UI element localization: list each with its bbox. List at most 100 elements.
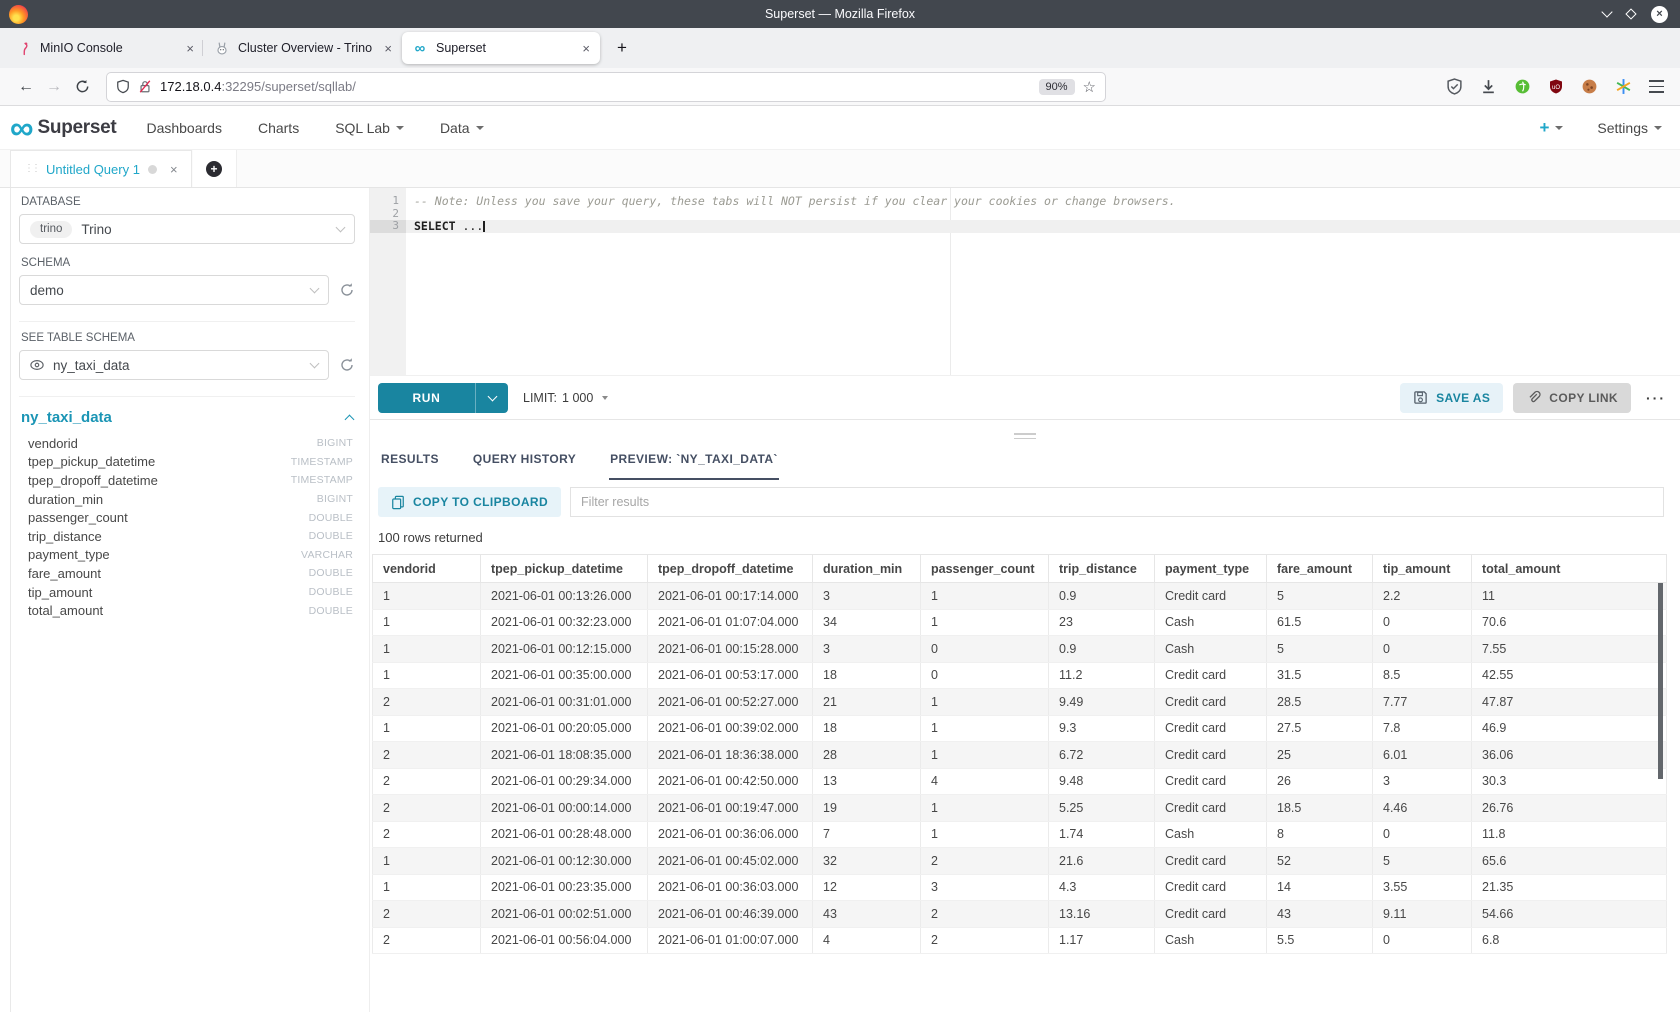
schema-select[interactable]: demo <box>19 275 329 305</box>
chevron-down-icon <box>476 126 484 130</box>
nav-item-dashboards[interactable]: Dashboards <box>146 120 222 136</box>
nav-item-label: Data <box>440 120 470 136</box>
cell: 9.49 <box>1049 689 1155 716</box>
refresh-schema-icon[interactable] <box>339 282 355 298</box>
column-header[interactable]: fare_amount <box>1267 555 1373 583</box>
copy-to-clipboard-button[interactable]: COPY TO CLIPBOARD <box>378 487 561 517</box>
cell: 2021-06-01 00:52:27.000 <box>648 689 813 716</box>
cell: Credit card <box>1155 795 1267 822</box>
results-tab-results[interactable]: RESULTS <box>380 452 440 480</box>
browser-tab[interactable]: ∞Superset× <box>402 32 600 64</box>
run-button-group: RUN <box>378 383 508 413</box>
cell: 9.3 <box>1049 715 1155 742</box>
run-options-button[interactable] <box>475 383 508 413</box>
column-header[interactable]: tpep_dropoff_datetime <box>648 555 813 583</box>
query-tab-strip: ⋮⋮ Untitled Query 1 × + <box>0 150 1680 188</box>
cookie-extension-icon[interactable] <box>1581 78 1598 95</box>
column-header[interactable]: payment_type <box>1155 555 1267 583</box>
cell: 13 <box>813 768 921 795</box>
save-as-button[interactable]: SAVE AS <box>1400 383 1503 413</box>
column-header[interactable]: passenger_count <box>921 555 1049 583</box>
settings-menu[interactable]: Settings <box>1597 120 1662 136</box>
results-tab-preview[interactable]: PREVIEW: `NY_TAXI_DATA` <box>609 452 779 480</box>
new-item-button[interactable]: + <box>1539 118 1563 138</box>
superset-logo[interactable]: ∞ Superset <box>10 116 116 140</box>
insecure-lock-icon[interactable] <box>138 79 152 94</box>
window-title: Superset — Mozilla Firefox <box>0 7 1680 21</box>
table-row: 12021-06-01 00:12:15.0002021-06-01 00:15… <box>373 636 1667 663</box>
table-schema-header[interactable]: ny_taxi_data <box>19 409 355 426</box>
colorful-extension-icon[interactable] <box>1615 78 1632 95</box>
ublock-icon[interactable]: uO <box>1548 78 1564 95</box>
query-tab[interactable]: ⋮⋮ Untitled Query 1 × <box>10 150 192 187</box>
column-type: TIMESTAMP <box>291 456 353 468</box>
zoom-level-badge[interactable]: 90% <box>1039 79 1075 95</box>
nav-item-charts[interactable]: Charts <box>258 120 299 136</box>
chevron-up-icon[interactable] <box>345 415 355 425</box>
menu-hamburger-icon[interactable] <box>1649 80 1664 92</box>
reload-button[interactable] <box>68 73 96 101</box>
cell: 2021-06-01 18:36:38.000 <box>648 742 813 769</box>
editor-line[interactable]: 1-- Note: Unless you save your query, th… <box>370 195 1680 208</box>
results-tab-query-history[interactable]: QUERY HISTORY <box>472 452 577 480</box>
browser-new-tab-button[interactable]: + <box>608 34 636 62</box>
table-scrollbar-thumb[interactable] <box>1658 583 1663 779</box>
column-header[interactable]: tpep_pickup_datetime <box>481 555 648 583</box>
bookmark-star-icon[interactable]: ☆ <box>1083 78 1096 96</box>
back-button[interactable]: ← <box>12 73 40 101</box>
cell: Credit card <box>1155 848 1267 875</box>
cell: 0 <box>1373 821 1472 848</box>
main-nav: Dashboards Charts SQL Lab Data <box>146 120 483 136</box>
cell: 2021-06-01 00:12:15.000 <box>481 636 648 663</box>
more-options-button[interactable]: ··· <box>1646 390 1666 406</box>
sql-editor[interactable]: 1-- Note: Unless you save your query, th… <box>370 188 1680 375</box>
column-header[interactable]: total_amount <box>1472 555 1667 583</box>
cell: 2021-06-01 00:35:00.000 <box>481 662 648 689</box>
chevron-down-icon <box>1555 126 1563 130</box>
browser-tab[interactable]: Cluster Overview - Trino× <box>204 32 402 64</box>
window-restore-icon[interactable] <box>1625 8 1636 19</box>
cell: 47.87 <box>1472 689 1667 716</box>
limit-dropdown[interactable]: LIMIT: 1 000 <box>523 391 608 405</box>
column-header[interactable]: trip_distance <box>1049 555 1155 583</box>
close-tab-icon[interactable]: × <box>582 41 590 56</box>
database-select[interactable]: trino Trino <box>19 214 355 244</box>
nav-item-sql-lab[interactable]: SQL Lab <box>335 120 404 136</box>
cell: 0 <box>1373 609 1472 636</box>
window-close-icon[interactable]: × <box>1651 6 1668 23</box>
cell: 46.9 <box>1472 715 1667 742</box>
tracking-shield-icon[interactable] <box>116 79 130 94</box>
filter-results-input[interactable] <box>570 487 1664 517</box>
copy-link-button[interactable]: COPY LINK <box>1513 383 1631 413</box>
settings-label: Settings <box>1597 120 1648 136</box>
unsaved-indicator-dot <box>148 165 157 174</box>
pane-resize-handle[interactable] <box>370 420 1680 452</box>
editor-line[interactable]: 3SELECT ... <box>370 220 1680 233</box>
column-header[interactable]: tip_amount <box>1373 555 1472 583</box>
table-select[interactable]: ny_taxi_data <box>19 350 329 380</box>
privacy-extension-icon[interactable] <box>1514 78 1531 95</box>
run-button[interactable]: RUN <box>378 383 475 413</box>
cell: 2021-06-01 00:45:02.000 <box>648 848 813 875</box>
column-header[interactable]: duration_min <box>813 555 921 583</box>
column-type: TIMESTAMP <box>291 474 353 486</box>
pocket-shield-icon[interactable] <box>1446 78 1463 95</box>
browser-tab[interactable]: MinIO Console× <box>6 32 204 64</box>
forward-button[interactable]: → <box>40 73 68 101</box>
column-row: vendoridBIGINT <box>19 434 355 453</box>
drag-handle-icon[interactable]: ⋮⋮ <box>24 164 38 174</box>
add-query-tab-button[interactable]: + <box>193 150 237 187</box>
nav-item-data[interactable]: Data <box>440 120 484 136</box>
column-row: tip_amountDOUBLE <box>19 583 355 602</box>
column-header[interactable]: vendorid <box>373 555 481 583</box>
cell: 4 <box>921 768 1049 795</box>
close-tab-icon[interactable]: × <box>186 41 194 56</box>
cell: 6.8 <box>1472 927 1667 954</box>
url-bar[interactable]: 172.18.0.4:32295/superset/sqllab/ 90% ☆ <box>106 72 1106 102</box>
editor-line[interactable]: 2 <box>370 208 1680 221</box>
refresh-table-icon[interactable] <box>339 357 355 373</box>
close-query-tab-icon[interactable]: × <box>170 162 178 177</box>
window-menu-chevron-icon[interactable] <box>1601 6 1612 17</box>
downloads-icon[interactable] <box>1480 78 1497 95</box>
close-tab-icon[interactable]: × <box>384 41 392 56</box>
